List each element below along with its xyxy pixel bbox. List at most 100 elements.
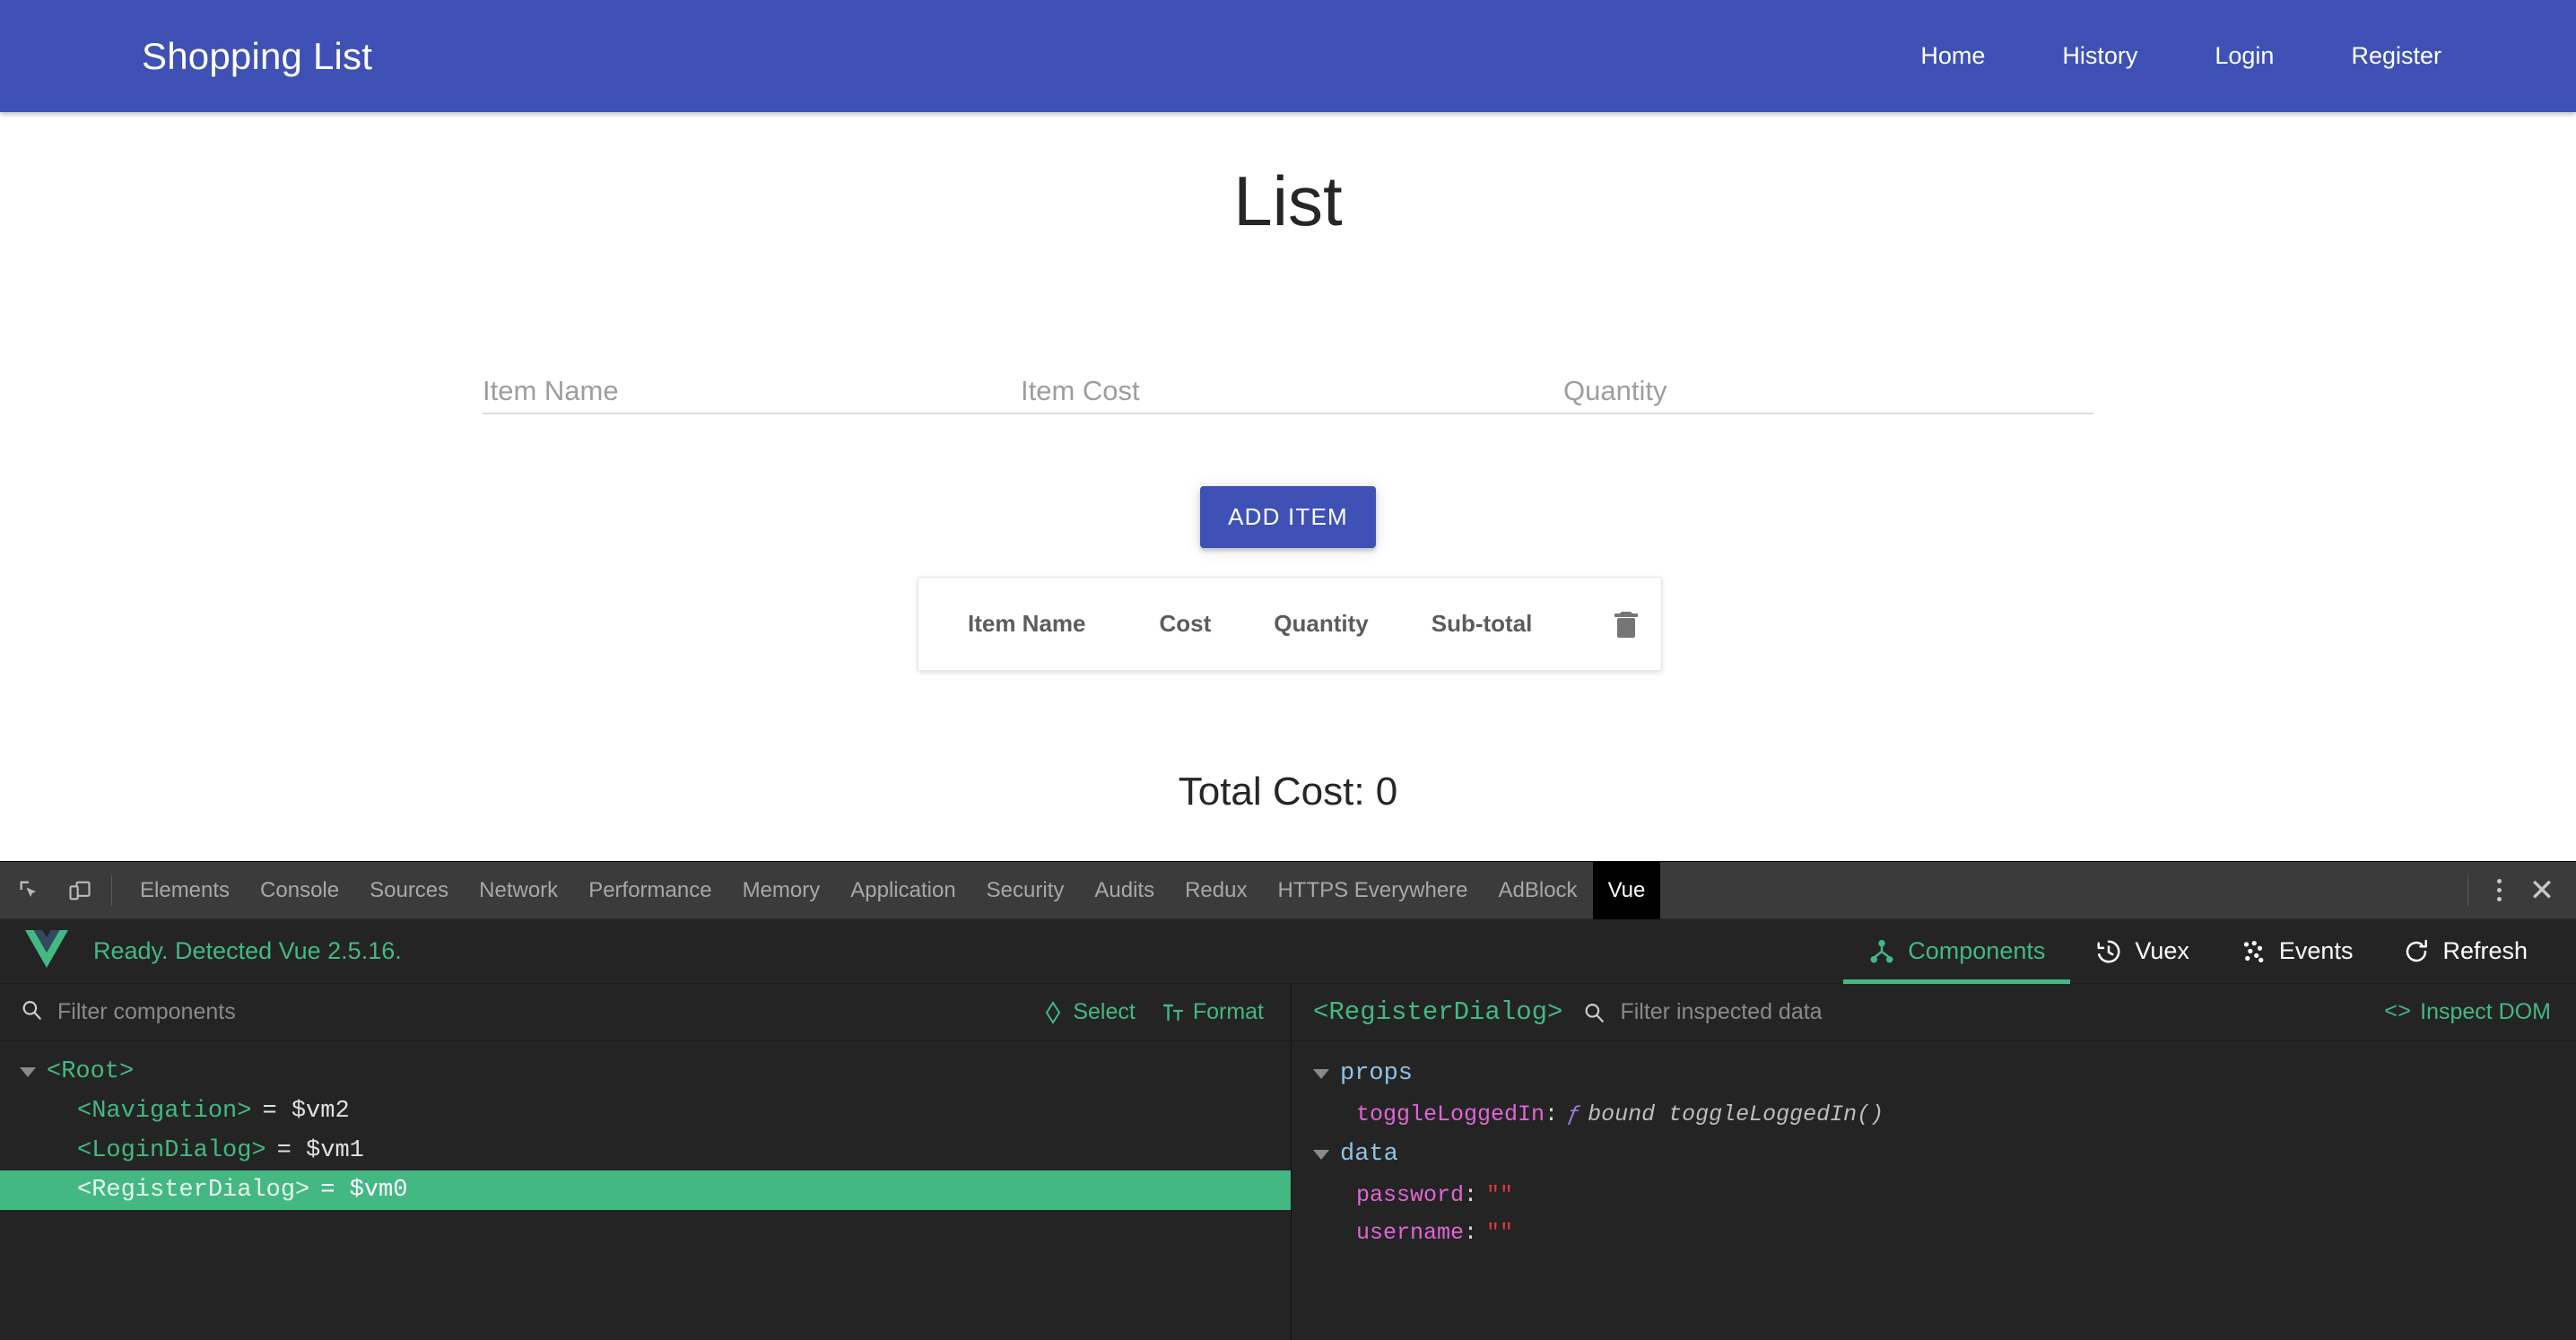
devtools-tab-vue[interactable]: Vue <box>1592 862 1661 919</box>
tree-node-logindialog-tag: <LoginDialog> <box>77 1137 266 1164</box>
items-table-card: Item Name Cost Quantity Sub-total <box>918 577 1662 671</box>
tree-node-navigation[interactable]: <Navigation> = $vm2 <box>0 1092 1291 1131</box>
devtools-tab-redux[interactable]: Redux <box>1170 862 1262 919</box>
inspect-dom-button[interactable]: <> Inspect DOM <box>2384 999 2551 1025</box>
events-dots-icon <box>2243 940 2264 962</box>
item-name-input[interactable] <box>483 375 1021 413</box>
search-icon <box>20 998 43 1026</box>
filter-components-input[interactable] <box>57 999 1043 1025</box>
item-cost-field <box>1021 361 1563 413</box>
inspector-group-data-label: data <box>1340 1141 1398 1168</box>
toolbar-divider-right <box>2467 874 2468 906</box>
quantity-input[interactable] <box>1563 375 2093 413</box>
search-icon <box>1582 1001 1606 1024</box>
inspector-filter-bar: <RegisterDialog> <> Inspect DOM <box>1292 984 2576 1041</box>
function-symbol-icon: ƒ <box>1567 1101 1581 1127</box>
devtools-tab-console[interactable]: Console <box>245 862 354 919</box>
vue-devtools-header: Ready. Detected Vue 2.5.16. Components V… <box>0 919 2576 984</box>
inspected-component-title: <RegisterDialog> <box>1313 997 1563 1027</box>
tree-node-navigation-vm: = $vm2 <box>262 1098 350 1125</box>
inspect-element-icon[interactable] <box>9 870 50 911</box>
total-cost-label: Total Cost: 0 <box>1178 770 1398 814</box>
component-tree: <Root> <Navigation> = $vm2 <LoginDialog>… <box>0 1041 1291 1210</box>
inspector-group-props[interactable]: props <box>1292 1052 2576 1095</box>
quantity-field <box>1563 361 2093 413</box>
tree-node-logindialog[interactable]: <LoginDialog> = $vm1 <box>0 1131 1291 1170</box>
page-title: List <box>1233 161 1343 240</box>
tree-node-registerdialog[interactable]: <RegisterDialog> = $vm0 <box>0 1170 1291 1210</box>
devtools-tab-audits[interactable]: Audits <box>1079 862 1170 919</box>
refresh-icon <box>2406 939 2428 961</box>
devtools-tab-security[interactable]: Security <box>971 862 1080 919</box>
component-filter-bar: Select Format <box>0 984 1291 1041</box>
vue-tab-vuex-label: Vuex <box>2135 937 2189 964</box>
table-header-subtotal: Sub-total <box>1431 610 1533 637</box>
target-select-icon <box>1046 1000 1061 1024</box>
inspector-entry-colon: : <box>1464 1219 1478 1246</box>
inspector-entry-password[interactable]: password : "" <box>1292 1176 2576 1214</box>
devtools-tab-application[interactable]: Application <box>835 862 970 919</box>
format-button[interactable]: Format <box>1162 999 1264 1025</box>
inspector-entry-value: bound toggleLoggedIn() <box>1588 1101 1884 1127</box>
vue-status-text: Ready. Detected Vue 2.5.16. <box>93 937 402 964</box>
nav-link-login[interactable]: Login <box>2195 42 2293 70</box>
inspector-entry-username[interactable]: username : "" <box>1292 1214 2576 1251</box>
devtools-tab-https-everywhere[interactable]: HTTPS Everywhere <box>1262 862 1483 919</box>
inspector-entry-key: toggleLoggedIn <box>1356 1101 1545 1127</box>
devtools-tab-memory[interactable]: Memory <box>727 862 836 919</box>
devtools-tab-elements[interactable]: Elements <box>125 862 245 919</box>
tree-node-logindialog-vm: = $vm1 <box>276 1137 364 1164</box>
add-item-button[interactable]: ADD ITEM <box>1200 486 1376 548</box>
format-label: Format <box>1192 999 1264 1024</box>
chevron-down-icon[interactable] <box>1313 1068 1329 1079</box>
select-component-button[interactable]: Select <box>1042 999 1136 1025</box>
inspector-entry-colon: : <box>1545 1101 1559 1127</box>
table-header-cost: Cost <box>1159 610 1212 637</box>
devtools-tab-network[interactable]: Network <box>464 862 573 919</box>
inspector-entry-colon: : <box>1464 1181 1478 1208</box>
filter-inspected-data-input[interactable] <box>1620 999 2385 1025</box>
devtools-tab-adblock[interactable]: AdBlock <box>1484 862 1593 919</box>
tree-node-navigation-tag: <Navigation> <box>77 1098 252 1125</box>
inspector-group-data[interactable]: data <box>1292 1133 2576 1176</box>
close-icon[interactable]: ✕ <box>2519 869 2565 912</box>
vue-tab-components[interactable]: Components <box>1843 919 2071 984</box>
vue-tab-refresh-label: Refresh <box>2442 937 2528 964</box>
tree-node-root-tag: <Root> <box>47 1058 135 1085</box>
inspector-entry-toggleloggedin[interactable]: toggleLoggedIn : ƒ bound toggleLoggedIn(… <box>1292 1095 2576 1133</box>
device-toolbar-icon[interactable] <box>59 870 100 911</box>
kebab-menu-icon[interactable] <box>2479 869 2519 912</box>
nav-link-home[interactable]: Home <box>1901 42 2005 70</box>
nav-link-register[interactable]: Register <box>2331 42 2461 70</box>
components-tree-icon <box>1870 939 1893 962</box>
vue-tab-events[interactable]: Events <box>2215 919 2379 984</box>
vue-tab-refresh[interactable]: Refresh <box>2378 919 2553 984</box>
chevron-down-icon[interactable] <box>1313 1149 1329 1160</box>
nav-link-history[interactable]: History <box>2042 42 2157 70</box>
nav-links-group: Home History Login Register <box>1901 42 2461 70</box>
devtools-tab-sources[interactable]: Sources <box>354 862 464 919</box>
devtools-toolbar-right: ✕ <box>2457 862 2576 919</box>
tree-node-root[interactable]: <Root> <box>0 1052 1291 1092</box>
web-app-viewport: Shopping List Home History Login Registe… <box>0 0 2576 861</box>
vue-tab-components-label: Components <box>1908 937 2046 964</box>
inspector-entry-value: "" <box>1486 1181 1514 1208</box>
chevron-down-icon[interactable] <box>20 1066 36 1077</box>
inspector-entry-key: username <box>1356 1219 1465 1246</box>
inspector-group-props-label: props <box>1340 1060 1414 1087</box>
item-cost-input[interactable] <box>1021 375 1563 413</box>
tree-node-registerdialog-vm: = $vm0 <box>320 1177 408 1204</box>
vue-tab-vuex[interactable]: Vuex <box>2070 919 2215 984</box>
select-component-label: Select <box>1073 999 1136 1024</box>
toolbar-divider <box>111 874 112 906</box>
inspector-entry-value: "" <box>1486 1219 1514 1246</box>
inspector-entry-key: password <box>1356 1181 1465 1208</box>
inspect-dom-label: Inspect DOM <box>2420 999 2551 1024</box>
app-brand-title: Shopping List <box>142 34 373 77</box>
tree-node-registerdialog-tag: <RegisterDialog> <box>77 1177 310 1204</box>
format-text-icon <box>1162 1004 1183 1021</box>
trash-icon[interactable] <box>1606 605 1646 644</box>
add-item-form <box>483 359 2093 414</box>
devtools-tab-performance[interactable]: Performance <box>573 862 727 919</box>
vue-logo-icon <box>25 930 68 972</box>
